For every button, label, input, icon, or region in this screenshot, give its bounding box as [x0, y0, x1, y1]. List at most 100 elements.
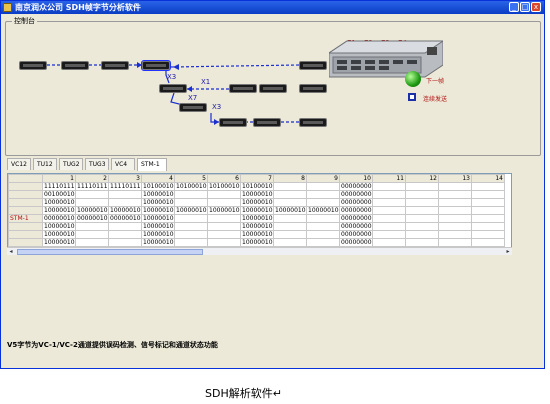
byte-cell[interactable]: [108, 230, 142, 239]
byte-cell[interactable]: [108, 222, 142, 231]
byte-cell[interactable]: 00000000: [339, 198, 373, 207]
byte-cell[interactable]: [207, 198, 241, 207]
byte-cell[interactable]: [174, 222, 208, 231]
byte-cell[interactable]: [438, 182, 472, 191]
tab-vc12[interactable]: VC12: [7, 158, 31, 170]
continuous-send-checkbox[interactable]: [408, 93, 416, 101]
tab-tug3[interactable]: TUG3: [85, 158, 109, 170]
column-header[interactable]: 3: [108, 174, 142, 183]
tab-tug2[interactable]: TUG2: [59, 158, 83, 170]
column-header[interactable]: 11: [372, 174, 406, 183]
topology-node[interactable]: [253, 118, 281, 127]
byte-cell[interactable]: 00000000: [339, 182, 373, 191]
byte-cell[interactable]: [372, 190, 406, 199]
byte-cell[interactable]: [471, 214, 505, 223]
next-frame-button[interactable]: [405, 71, 421, 87]
byte-cell[interactable]: [108, 198, 142, 207]
byte-cell[interactable]: [75, 222, 109, 231]
byte-cell[interactable]: [273, 230, 307, 239]
byte-cell[interactable]: [207, 214, 241, 223]
topology-node[interactable]: [19, 61, 47, 70]
byte-cell[interactable]: 00000000: [339, 238, 373, 247]
topology-node[interactable]: [299, 84, 327, 93]
horizontal-scrollbar[interactable]: ◂ ▸: [7, 247, 512, 255]
byte-cell[interactable]: [273, 190, 307, 199]
byte-cell[interactable]: [405, 182, 439, 191]
byte-cell[interactable]: [108, 238, 142, 247]
topology-node[interactable]: [259, 84, 287, 93]
byte-cell[interactable]: [273, 222, 307, 231]
byte-cell[interactable]: [207, 238, 241, 247]
byte-cell[interactable]: [273, 198, 307, 207]
byte-cell[interactable]: [471, 206, 505, 215]
byte-cell[interactable]: [471, 182, 505, 191]
column-header[interactable]: 4: [141, 174, 175, 183]
topology-node[interactable]: [159, 84, 187, 93]
column-header[interactable]: 13: [438, 174, 472, 183]
byte-cell[interactable]: 10000010: [141, 190, 175, 199]
byte-cell[interactable]: 10000010: [174, 206, 208, 215]
byte-cell[interactable]: [471, 230, 505, 239]
byte-cell[interactable]: 00000010: [42, 214, 76, 223]
byte-cell[interactable]: 10100010: [174, 182, 208, 191]
byte-cell[interactable]: 10000010: [240, 198, 274, 207]
byte-cell[interactable]: 10000010: [42, 230, 76, 239]
byte-cell[interactable]: [75, 230, 109, 239]
byte-cell[interactable]: 10100010: [240, 182, 274, 191]
column-header[interactable]: 7: [240, 174, 274, 183]
byte-cell[interactable]: [372, 238, 406, 247]
topology-node[interactable]: [219, 118, 247, 127]
byte-cell[interactable]: [174, 238, 208, 247]
byte-cell[interactable]: [405, 214, 439, 223]
byte-cell[interactable]: 11110111: [75, 182, 109, 191]
byte-cell[interactable]: [405, 238, 439, 247]
scroll-left-icon[interactable]: ◂: [7, 248, 15, 256]
byte-cell[interactable]: 10100010: [141, 182, 175, 191]
byte-cell[interactable]: [207, 190, 241, 199]
byte-cell[interactable]: 10000010: [306, 206, 340, 215]
byte-cell[interactable]: [108, 190, 142, 199]
byte-cell[interactable]: [438, 222, 472, 231]
column-header[interactable]: 9: [306, 174, 340, 183]
byte-cell[interactable]: 10000010: [75, 206, 109, 215]
column-header[interactable]: 14: [471, 174, 505, 183]
byte-cell[interactable]: [75, 238, 109, 247]
byte-cell[interactable]: 10000010: [207, 206, 241, 215]
byte-cell[interactable]: [438, 238, 472, 247]
byte-cell[interactable]: [405, 206, 439, 215]
tab-vc4[interactable]: VC4: [111, 158, 135, 170]
byte-cell[interactable]: [273, 182, 307, 191]
byte-cell[interactable]: [306, 182, 340, 191]
byte-cell[interactable]: 11110111: [42, 182, 76, 191]
column-header[interactable]: 2: [75, 174, 109, 183]
byte-cell[interactable]: [438, 190, 472, 199]
topology-node-selected[interactable]: [141, 60, 171, 71]
column-header[interactable]: 10: [339, 174, 373, 183]
column-header[interactable]: 6: [207, 174, 241, 183]
byte-cell[interactable]: 10000010: [42, 222, 76, 231]
byte-cell[interactable]: 10000010: [240, 222, 274, 231]
topology-node[interactable]: [101, 61, 129, 70]
byte-cell[interactable]: [207, 230, 241, 239]
byte-cell[interactable]: [372, 222, 406, 231]
byte-cell[interactable]: [75, 190, 109, 199]
byte-cell[interactable]: 10000010: [141, 230, 175, 239]
byte-cell[interactable]: [438, 230, 472, 239]
byte-cell[interactable]: [372, 198, 406, 207]
byte-cell[interactable]: 11110111: [108, 182, 142, 191]
byte-cell[interactable]: [174, 214, 208, 223]
byte-cell[interactable]: 00000010: [75, 214, 109, 223]
byte-cell[interactable]: 00000000: [339, 206, 373, 215]
byte-cell[interactable]: [405, 222, 439, 231]
byte-cell[interactable]: [405, 190, 439, 199]
byte-cell[interactable]: 10000010: [240, 190, 274, 199]
byte-cell[interactable]: [273, 214, 307, 223]
byte-cell[interactable]: 10000010: [240, 238, 274, 247]
byte-cell[interactable]: [438, 214, 472, 223]
byte-cell[interactable]: 10000010: [42, 206, 76, 215]
byte-cell[interactable]: 00100010: [42, 190, 76, 199]
byte-cell[interactable]: [438, 198, 472, 207]
byte-cell[interactable]: [405, 198, 439, 207]
byte-cell[interactable]: [174, 190, 208, 199]
byte-cell[interactable]: [207, 222, 241, 231]
